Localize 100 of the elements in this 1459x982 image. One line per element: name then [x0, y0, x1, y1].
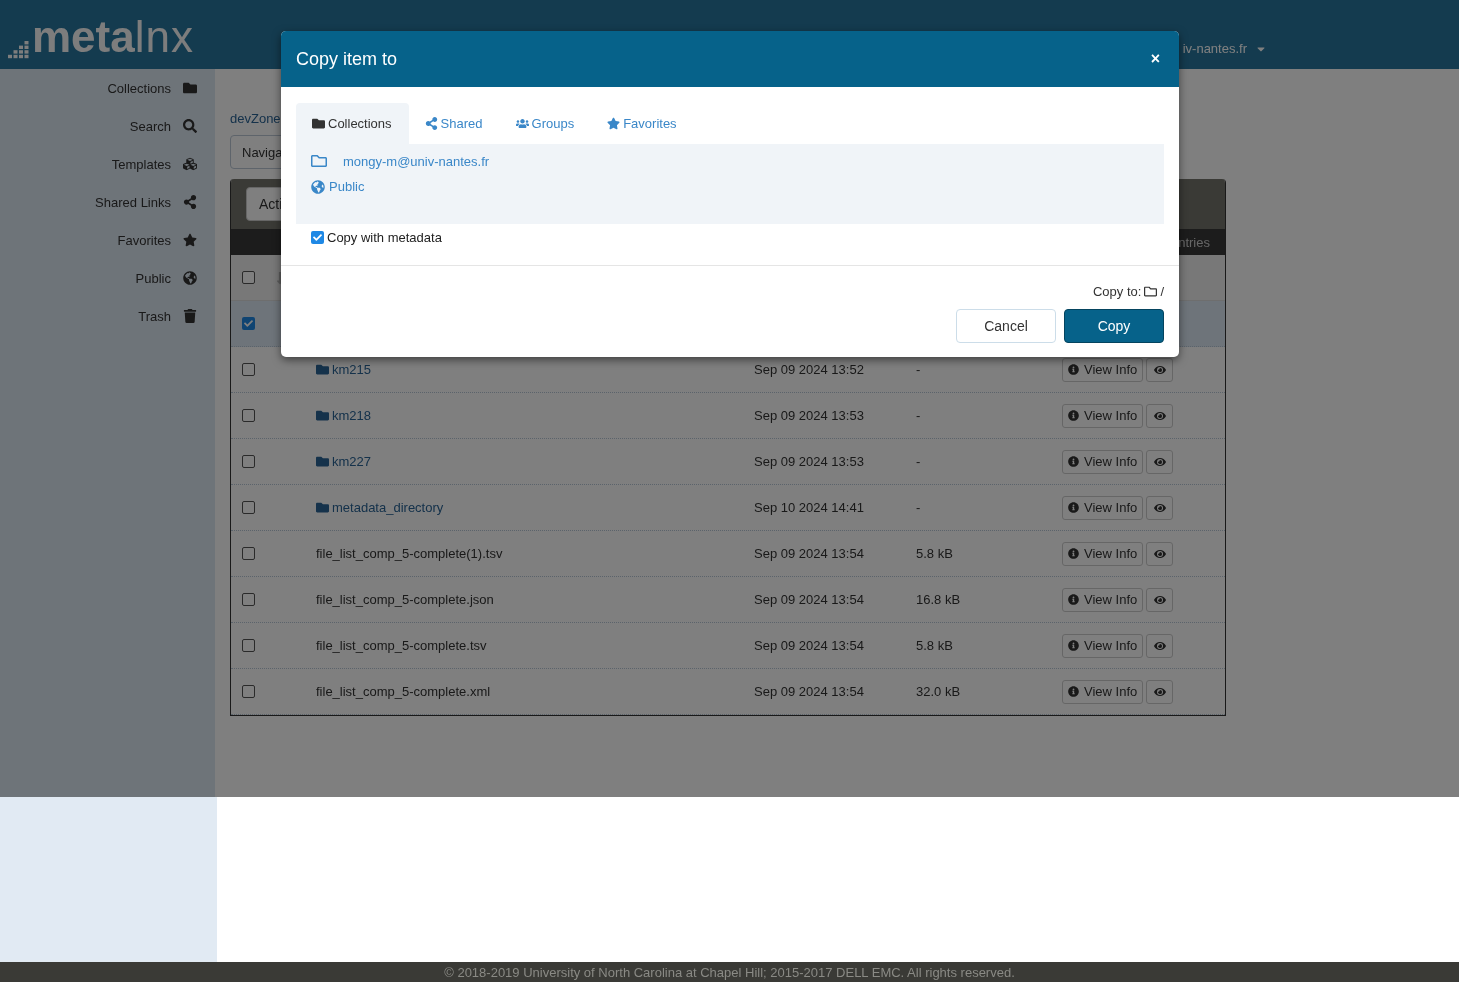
- sidebar-item[interactable]: Public: [0, 259, 215, 297]
- size-cell-text: 16.8 kB: [916, 592, 962, 607]
- preview-button[interactable]: [1146, 403, 1174, 428]
- tab[interactable]: Collections: [296, 103, 409, 144]
- close-button[interactable]: ×: [1146, 50, 1164, 68]
- sidebar-item[interactable]: Favorites: [0, 221, 215, 259]
- destination-link[interactable]: Public: [311, 179, 365, 194]
- tab[interactable]: Groups: [499, 103, 592, 144]
- checkbox[interactable]: [242, 455, 255, 468]
- eye-icon: [1153, 547, 1166, 560]
- date-cell-text: Sep 09 2024 13:54: [754, 546, 865, 561]
- file-name: file_list_comp_5-complete.xml: [316, 684, 492, 699]
- preview-button[interactable]: [1146, 495, 1174, 520]
- sidebar-item[interactable]: Shared Links: [0, 183, 215, 221]
- sidebar-item[interactable]: Templates: [0, 145, 215, 183]
- preview-button[interactable]: [1146, 587, 1174, 612]
- cancel-button[interactable]: Cancel: [956, 309, 1056, 343]
- checkbox[interactable]: [242, 593, 255, 606]
- checkbox[interactable]: [242, 501, 255, 514]
- checkbox[interactable]: [311, 231, 324, 244]
- tab[interactable]: Shared: [408, 103, 500, 144]
- destination-link[interactable]: mongy-m@univ-nantes.fr: [311, 153, 490, 169]
- preview-button[interactable]: [1146, 357, 1174, 382]
- star-icon: [183, 233, 197, 247]
- checkbox[interactable]: [242, 685, 255, 698]
- eye-icon: [1153, 409, 1166, 422]
- file-name: file_list_comp_5-complete.tsv: [316, 638, 488, 653]
- checkbox[interactable]: [242, 639, 255, 652]
- checkbox[interactable]: [242, 363, 255, 376]
- preview-button[interactable]: [1146, 679, 1174, 704]
- cubes-icon: [183, 157, 197, 171]
- view-info-button[interactable]: View Info: [1062, 633, 1144, 658]
- file-name: file_list_comp_5-complete.json: [316, 592, 495, 607]
- preview-button[interactable]: [1146, 449, 1174, 474]
- copy-to-path: /: [1160, 284, 1164, 299]
- date-cell-text: Sep 09 2024 13:54: [754, 684, 865, 699]
- preview-button[interactable]: [1146, 541, 1174, 566]
- date-cell-text: Sep 09 2024 13:53: [754, 454, 865, 469]
- date-cell-text: Sep 09 2024 13:54: [754, 638, 865, 653]
- folder-icon: [316, 363, 329, 376]
- globe-icon: [311, 179, 325, 194]
- folder-icon: [1144, 285, 1158, 298]
- checkbox[interactable]: [242, 271, 255, 284]
- info-icon: [1068, 640, 1079, 651]
- date-cell-text: Sep 09 2024 13:54: [754, 592, 865, 607]
- size-cell-text: 5.8 kB: [916, 546, 954, 561]
- sidebar-item[interactable]: Search: [0, 107, 215, 145]
- eye-icon: [1153, 639, 1166, 652]
- folder-link[interactable]: metadata_directory: [316, 500, 754, 515]
- folder-icon: [312, 117, 325, 130]
- view-info-button[interactable]: View Info: [1062, 357, 1144, 382]
- view-info-button[interactable]: View Info: [1062, 495, 1144, 520]
- size-cell-text: -: [916, 500, 922, 515]
- checkbox[interactable]: [242, 317, 255, 330]
- info-icon: [1068, 364, 1079, 375]
- date-cell-text: Sep 09 2024 13:53: [754, 408, 865, 423]
- view-info-button[interactable]: View Info: [1062, 403, 1144, 428]
- date-cell-text: Sep 09 2024 13:52: [754, 362, 865, 377]
- copy-button[interactable]: Copy: [1064, 309, 1164, 343]
- checkbox[interactable]: [242, 547, 255, 560]
- copy-to-label: Copy to:: [1092, 284, 1142, 299]
- folder-link[interactable]: km218: [316, 408, 754, 423]
- sidebar-item[interactable]: Trash: [0, 297, 215, 335]
- star-icon: [607, 117, 621, 130]
- copyright-text: © 2018-2019 University of North Carolina at Chapel Hill; 2015-2017 DELL EMC. All rights reserved.: [444, 964, 1015, 980]
- eye-icon: [1153, 501, 1166, 514]
- info-icon: [1068, 502, 1079, 513]
- dots-icon: [8, 40, 30, 59]
- tab[interactable]: Favorites: [591, 103, 694, 144]
- check-icon: [244, 319, 253, 328]
- folder-icon: [316, 409, 329, 422]
- view-info-button[interactable]: View Info: [1062, 541, 1144, 566]
- folder-link[interactable]: km215: [316, 362, 754, 377]
- sidebar-item[interactable]: Collections: [0, 69, 215, 107]
- info-icon: [1068, 456, 1079, 467]
- dialog-title: Copy item to: [296, 48, 398, 70]
- eye-icon: [1153, 593, 1166, 606]
- checkbox[interactable]: [242, 409, 255, 422]
- view-info-button[interactable]: View Info: [1062, 449, 1144, 474]
- info-icon: [1068, 686, 1079, 697]
- info-icon: [1068, 410, 1079, 421]
- date-cell-text: Sep 10 2024 14:41: [754, 500, 865, 515]
- logo: metalnx: [8, 10, 194, 59]
- trash-icon: [183, 309, 197, 323]
- folder-icon: [183, 81, 197, 95]
- eye-icon: [1153, 455, 1166, 468]
- check-icon: [313, 233, 322, 242]
- info-icon: [1068, 548, 1079, 559]
- folder-icon: [316, 455, 329, 468]
- preview-button[interactable]: [1146, 633, 1174, 658]
- view-info-button[interactable]: View Info: [1062, 587, 1144, 612]
- file-name: file_list_comp_5-complete(1).tsv: [316, 546, 504, 561]
- user-menu[interactable]: iv-nantes.fr: [1182, 13, 1267, 56]
- breadcrumb-link[interactable]: devZone: [230, 111, 281, 131]
- view-info-button[interactable]: View Info: [1062, 679, 1144, 704]
- info-icon: [1068, 594, 1079, 605]
- size-cell-text: -: [916, 454, 922, 469]
- folder-link[interactable]: km227: [316, 454, 754, 469]
- size-cell-text: -: [916, 362, 922, 377]
- entries-label: ntries: [1178, 234, 1210, 250]
